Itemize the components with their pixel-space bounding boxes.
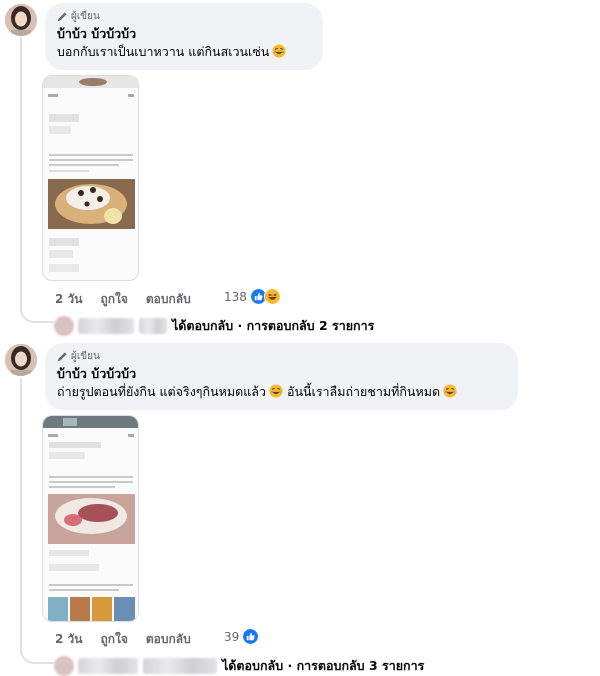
reply-avatar [54,316,74,336]
reaction-count: 39 [224,629,240,644]
blurred-name [78,658,138,674]
comment-text-part2: อันนี้เราลืมถ่ายชามที่กินหมด [286,384,441,399]
author-badge-label: ผู้เขียน [71,351,100,362]
reply-button[interactable]: ตอบกลับ [146,630,191,649]
comment-actions: 2 วัน ถูกใจ ตอบกลับ [55,290,209,309]
author-badge-label: ผู้เขียน [71,11,100,22]
haha-reaction-icon [263,288,281,305]
thread-connector [20,305,54,323]
comment-photo[interactable] [42,415,139,622]
blurred-name [78,318,134,334]
pencil-icon [57,12,67,22]
reply-avatar [54,656,74,676]
avatar[interactable] [5,4,37,36]
reaction-count: 138 [224,289,247,304]
reply-summary: ได้ตอบกลับ · การตอบกลับ 3 รายการ [222,658,425,673]
thread-connector [20,646,54,664]
author-name[interactable]: บ้าบ้ว บ้วบ้วบ้ว [57,25,311,43]
reaction-summary[interactable]: 138 [224,288,281,305]
reply-button[interactable]: ตอบกลับ [146,290,191,309]
blurred-name [143,658,217,674]
like-button[interactable]: ถูกใจ [100,630,127,649]
rolling-laughing-emoji-icon [272,44,286,58]
comment-timestamp[interactable]: 2 วัน [55,290,82,309]
author-badge: ผู้เขียน [57,9,311,24]
like-button[interactable]: ถูกใจ [100,290,127,309]
comment-timestamp[interactable]: 2 วัน [55,630,82,649]
view-replies-link[interactable]: ได้ตอบกลับ · การตอบกลับ 3 รายการ [54,656,424,676]
pencil-icon [57,352,67,362]
comment-text: ถ่ายรูปตอนที่ยังกิน แต่จริงๆกินหมดแล้ว อ… [57,383,506,401]
comment-text: บอกกับเราเป็นเบาหวาน แต่กินสเวนเซ่น [57,43,311,61]
thread-line [20,37,22,307]
reaction-summary[interactable]: 39 [224,628,260,645]
comment-text-body: บอกกับเราเป็นเบาหวาน แต่กินสเวนเซ่น [57,44,270,59]
comment-text-part1: ถ่ายรูปตอนที่ยังกิน แต่จริงๆกินหมดแล้ว [57,384,266,399]
comment-actions: 2 วัน ถูกใจ ตอบกลับ [55,630,209,649]
comment-photo[interactable] [42,75,139,281]
rolling-laughing-emoji-icon [269,384,283,398]
blurred-name [139,318,167,334]
avatar[interactable] [5,344,37,376]
comment-bubble: ผู้เขียน บ้าบ้ว บ้วบ้วบ้ว บอกกับเราเป็นเ… [45,3,323,70]
author-name[interactable]: บ้าบ้ว บ้วบ้วบ้ว [57,365,506,383]
reply-summary: ได้ตอบกลับ · การตอบกลับ 2 รายการ [172,318,375,333]
rolling-laughing-emoji-icon [443,384,457,398]
thread-line [20,378,22,648]
view-replies-link[interactable]: ได้ตอบกลับ · การตอบกลับ 2 รายการ [54,316,374,336]
comment-bubble: ผู้เขียน บ้าบ้ว บ้วบ้วบ้ว ถ่ายรูปตอนที่ย… [45,343,518,410]
like-reaction-icon [242,628,260,645]
author-badge: ผู้เขียน [57,349,506,364]
